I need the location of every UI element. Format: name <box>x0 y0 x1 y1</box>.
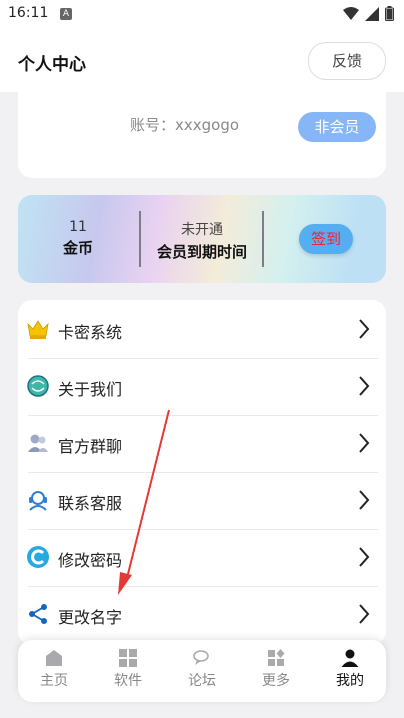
menu-item-change-password[interactable]: 修改密码 <box>18 529 386 586</box>
menu-item-label: 联系客服 <box>58 494 123 513</box>
nav-more[interactable]: 更多 <box>246 648 306 690</box>
feedback-button[interactable]: 反馈 <box>308 42 386 80</box>
wifi-icon <box>343 6 359 20</box>
menu-item-label: 关于我们 <box>58 380 123 399</box>
signal-icon <box>365 6 379 21</box>
menu-item-about-us[interactable]: 关于我们 <box>18 358 386 415</box>
bottom-nav: 主页 软件 论坛 更多 我的 <box>18 640 386 702</box>
menu-item-card-key-system[interactable]: 卡密系统 <box>18 301 386 358</box>
group-chat-icon <box>28 434 48 452</box>
account-text: 账号：xxxgogo <box>130 116 240 134</box>
nav-label: 我的 <box>336 673 364 689</box>
info-globe-icon <box>27 375 49 397</box>
nav-software[interactable]: 软件 <box>98 648 158 690</box>
expiry-status: 未开通 <box>181 222 223 238</box>
battery-icon <box>385 6 394 21</box>
divider <box>139 211 141 267</box>
home-icon <box>46 650 62 666</box>
chevron-right-icon <box>359 604 370 624</box>
nav-label: 论坛 <box>188 673 216 689</box>
header: 个人中心 反馈 <box>0 30 404 92</box>
menu-item-official-group[interactable]: 官方群聊 <box>18 415 386 472</box>
chevron-right-icon <box>359 490 370 510</box>
forum-icon <box>193 650 209 665</box>
nav-label: 更多 <box>262 673 290 689</box>
status-bar: 16:11 A <box>0 0 404 30</box>
chevron-right-icon <box>359 376 370 396</box>
headset-icon <box>29 491 47 511</box>
vip-status-badge[interactable]: 非会员 <box>298 112 376 142</box>
profile-icon <box>341 649 359 667</box>
menu-item-label: 更改名字 <box>58 608 123 627</box>
coins-block: 11 金币 <box>18 219 138 258</box>
chevron-right-icon <box>359 319 370 339</box>
menu-item-change-name[interactable]: 更改名字 <box>18 586 386 643</box>
vip-banner: 11 金币 未开通 会员到期时间 签到 <box>18 195 386 283</box>
share-icon <box>29 604 47 624</box>
coins-value: 11 <box>69 219 87 235</box>
nav-home[interactable]: 主页 <box>24 648 84 690</box>
nav-forum[interactable]: 论坛 <box>172 648 232 690</box>
page-title: 个人中心 <box>18 55 86 75</box>
nav-profile[interactable]: 我的 <box>320 648 380 690</box>
more-icon <box>268 649 285 666</box>
menu-item-label: 官方群聊 <box>58 437 123 456</box>
menu-item-label: 卡密系统 <box>58 323 123 342</box>
menu-card: 卡密系统 关于我们 官方群聊 联系客服 修改密码 更改名字 <box>18 300 386 645</box>
sign-in-button[interactable]: 签到 <box>299 224 353 254</box>
chevron-right-icon <box>359 547 370 567</box>
expiry-block: 未开通 会员到期时间 <box>142 219 262 262</box>
expiry-label: 会员到期时间 <box>156 243 247 261</box>
status-icons <box>343 6 394 21</box>
apps-icon <box>119 649 137 667</box>
menu-item-label: 修改密码 <box>58 551 123 570</box>
account-card: 账号：xxxgogo 非会员 <box>18 92 386 178</box>
chevron-right-icon <box>359 433 370 453</box>
menu-item-customer-service[interactable]: 联系客服 <box>18 472 386 529</box>
notification-icon: A <box>60 8 72 20</box>
divider <box>262 211 264 267</box>
password-icon <box>27 546 49 568</box>
status-time: 16:11 <box>8 5 49 21</box>
coins-label: 金币 <box>62 239 93 257</box>
crown-icon <box>27 320 49 339</box>
nav-label: 主页 <box>40 673 68 689</box>
nav-label: 软件 <box>114 673 142 689</box>
